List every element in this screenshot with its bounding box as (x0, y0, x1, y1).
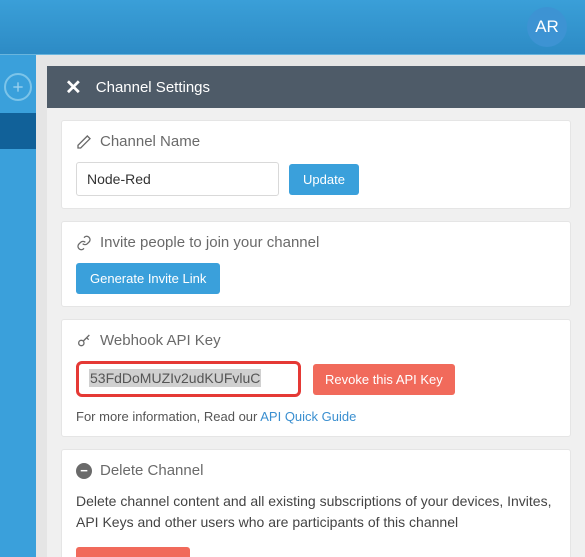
active-channel-tab[interactable] (0, 113, 36, 149)
delete-title: − Delete Channel (76, 462, 556, 479)
left-sidebar (0, 55, 36, 557)
channel-name-card: Channel Name Update (61, 120, 571, 209)
invite-title: Invite people to join your channel (76, 234, 556, 251)
invite-card: Invite people to join your channel Gener… (61, 221, 571, 307)
api-quick-guide-link[interactable]: API Quick Guide (260, 409, 356, 424)
update-button[interactable]: Update (289, 164, 359, 195)
api-key-value[interactable]: 53FdDoMUZIv2udKUFvluC (89, 369, 261, 387)
api-key-highlight: 53FdDoMUZIv2udKUFvluC (76, 361, 301, 397)
invite-label: Invite people to join your channel (100, 234, 319, 251)
webhook-label: Webhook API Key (100, 332, 221, 349)
generate-invite-button[interactable]: Generate Invite Link (76, 263, 220, 294)
delete-channel-card: − Delete Channel Delete channel content … (61, 449, 571, 557)
revoke-api-key-button[interactable]: Revoke this API Key (313, 364, 455, 395)
minus-icon: − (76, 463, 92, 479)
api-info-text: For more information, Read our API Quick… (76, 409, 556, 424)
link-icon (76, 235, 92, 251)
key-icon (76, 333, 92, 349)
delete-description: Delete channel content and all existing … (76, 491, 556, 533)
channel-name-title: Channel Name (76, 133, 556, 150)
delete-channel-button[interactable]: Delete Channel (76, 547, 190, 557)
panel-body: Channel Name Update Invite people to joi… (47, 108, 585, 557)
delete-label: Delete Channel (100, 462, 203, 479)
top-bar: AR (0, 0, 585, 55)
channel-name-input[interactable] (76, 162, 279, 196)
panel-header: ✕ Channel Settings (47, 66, 585, 108)
channel-name-label: Channel Name (100, 133, 200, 150)
close-icon[interactable]: ✕ (65, 75, 82, 100)
add-channel-button[interactable] (4, 73, 32, 101)
api-info-prefix: For more information, Read our (76, 409, 260, 424)
webhook-title: Webhook API Key (76, 332, 556, 349)
settings-panel: ✕ Channel Settings Channel Name Update I… (47, 66, 585, 557)
webhook-card: Webhook API Key 53FdDoMUZIv2udKUFvluC Re… (61, 319, 571, 437)
pencil-icon (76, 134, 92, 150)
panel-title: Channel Settings (96, 79, 210, 96)
avatar[interactable]: AR (527, 7, 567, 47)
